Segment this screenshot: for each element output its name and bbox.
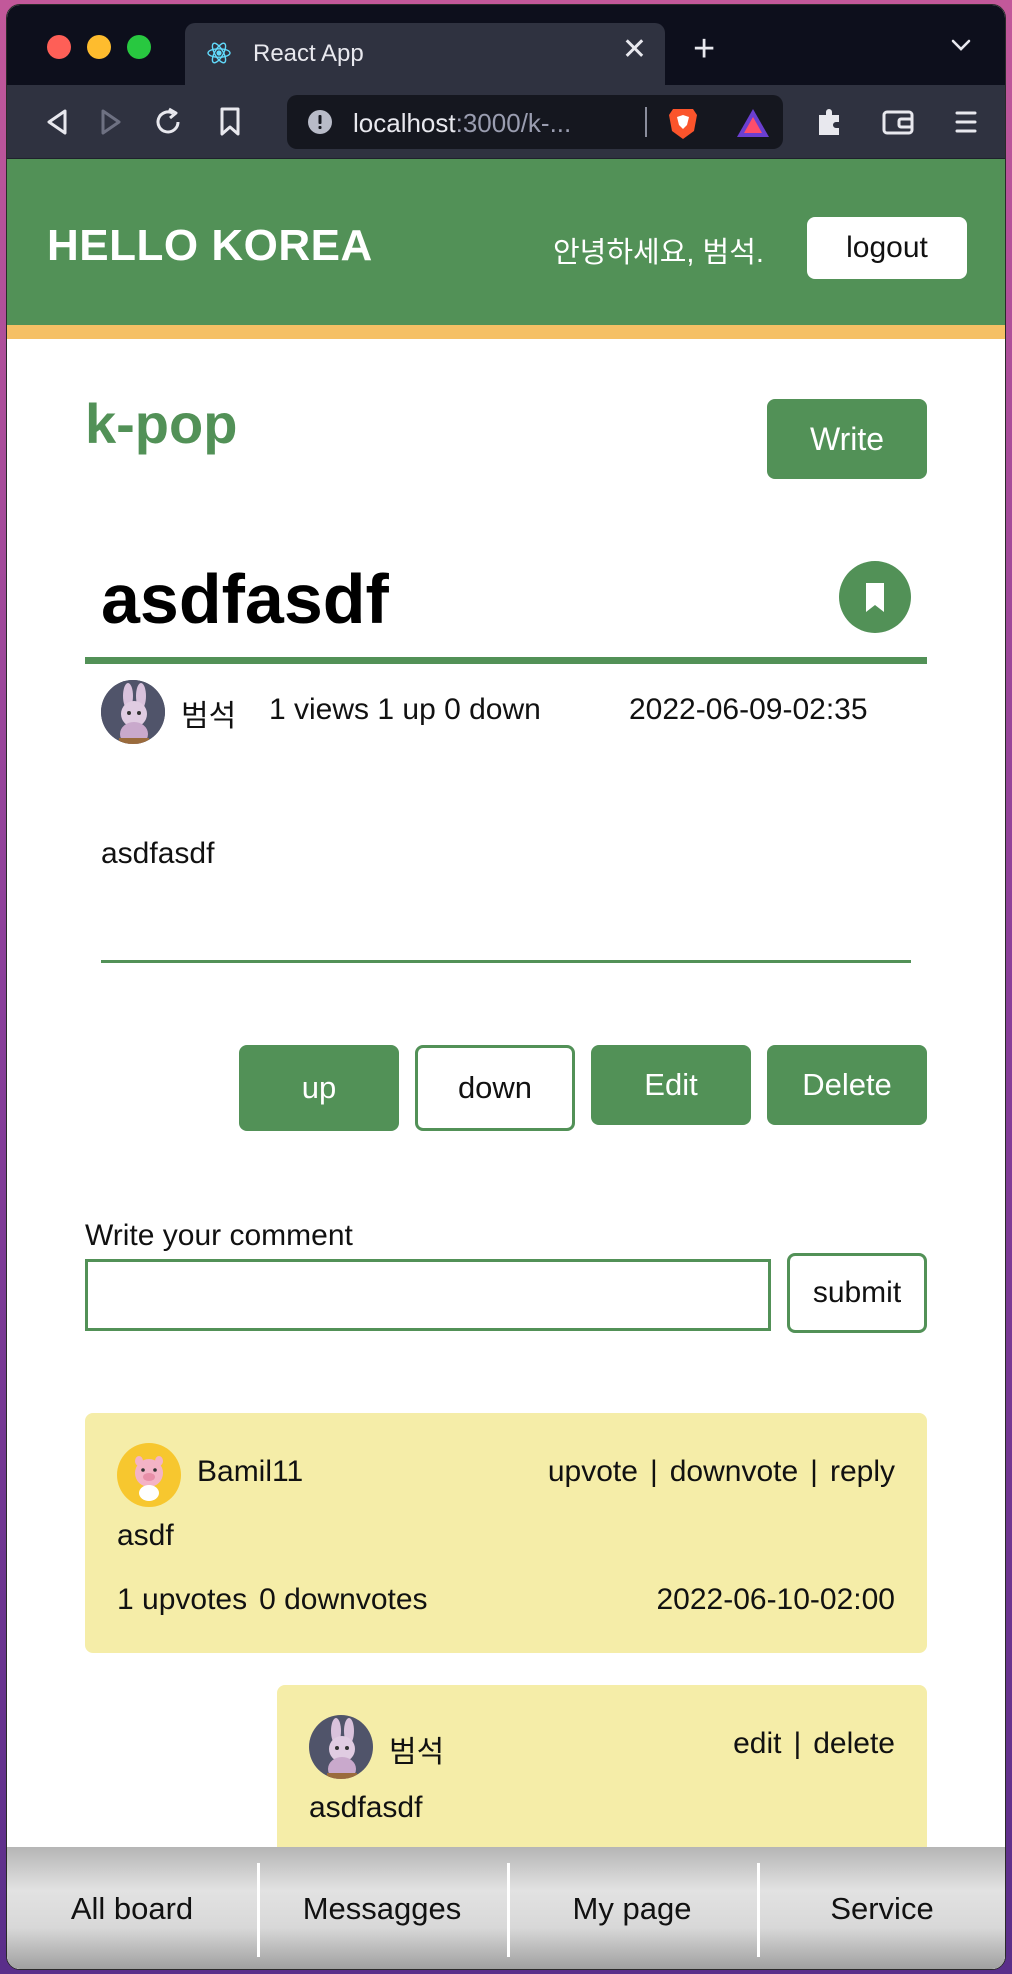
- url-text: localhost:3000/k-...: [353, 108, 572, 138]
- upvote-comment-link[interactable]: upvote: [548, 1455, 638, 1488]
- commenter-avatar: [117, 1443, 181, 1507]
- edit-reply-link[interactable]: edit: [733, 1727, 781, 1760]
- post-title: asdfasdf: [101, 560, 389, 638]
- bunny-avatar-icon: [101, 680, 165, 744]
- nav-messages[interactable]: Messagges: [257, 1847, 507, 1969]
- write-button[interactable]: Write: [767, 399, 927, 479]
- comment-downvotes: 0 downvotes: [259, 1583, 428, 1616]
- comment-votes: 1 upvotes 0 downvotes: [117, 1583, 428, 1617]
- greeting-text: 안녕하세요, 범석.: [553, 237, 764, 269]
- title-divider: [85, 657, 927, 664]
- comment-input[interactable]: [85, 1259, 771, 1331]
- nav-service[interactable]: Service: [757, 1847, 1005, 1969]
- comment-text: asdf: [117, 1519, 174, 1552]
- tab-react-app[interactable]: React App ✕: [185, 23, 665, 85]
- pig-avatar-icon: [117, 1443, 181, 1507]
- reload-icon[interactable]: [151, 105, 185, 139]
- react-icon: [207, 42, 231, 64]
- edit-post-button[interactable]: Edit: [591, 1045, 751, 1125]
- post-author[interactable]: 범석: [181, 691, 236, 735]
- reply-actions: edit | delete: [733, 1727, 895, 1761]
- site-logo[interactable]: HELLO KOREA: [47, 221, 373, 271]
- submit-comment-button[interactable]: submit: [787, 1253, 927, 1333]
- downvote-comment-link[interactable]: downvote: [670, 1455, 798, 1488]
- board-title: k-pop: [85, 392, 238, 455]
- close-tab-icon[interactable]: ✕: [622, 35, 647, 65]
- comment-actions: upvote | downvote | reply: [548, 1455, 895, 1489]
- post-stats: 1 views 1 up 0 down: [269, 693, 541, 726]
- action-separator: |: [810, 1455, 818, 1488]
- comment-date: 2022-06-10-02:00: [656, 1583, 895, 1616]
- site-info-icon[interactable]: [307, 109, 333, 135]
- reply-text: asdfasdf: [309, 1791, 423, 1824]
- nav-all-board[interactable]: All board: [7, 1847, 257, 1969]
- downvote-post-button[interactable]: down: [415, 1045, 575, 1131]
- bottom-nav: All board Messagges My page Service: [7, 1847, 1005, 1969]
- tab-strip: React App ✕ +: [7, 5, 1005, 85]
- url-separator: [645, 107, 647, 137]
- logout-button[interactable]: logout: [807, 217, 967, 279]
- comment-item: Bamil11 upvote | downvote | reply asdf 1 upv…: [85, 1413, 927, 1653]
- minimize-window-button[interactable]: [87, 35, 111, 59]
- delete-post-button[interactable]: Delete: [767, 1045, 927, 1125]
- comment-author[interactable]: Bamil11: [197, 1455, 303, 1489]
- site-header: HELLO KOREA 안녕하세요, 범석. logout: [7, 159, 1005, 339]
- author-avatar: [101, 680, 165, 744]
- tab-title: React App: [253, 40, 364, 67]
- comment-label: Write your comment: [85, 1219, 353, 1252]
- bookmark-icon: [866, 583, 884, 612]
- address-bar[interactable]: localhost:3000/k-...: [287, 95, 783, 149]
- nav-my-page[interactable]: My page: [507, 1847, 757, 1969]
- body-divider: [101, 960, 911, 963]
- back-icon[interactable]: [41, 105, 75, 139]
- post-date: 2022-06-09-02:35: [629, 693, 868, 726]
- extensions-icon[interactable]: [813, 105, 847, 139]
- close-window-button[interactable]: [47, 35, 71, 59]
- bunny-avatar-icon: [309, 1715, 373, 1779]
- delete-reply-link[interactable]: delete: [813, 1727, 895, 1760]
- chevron-down-icon[interactable]: [949, 33, 973, 57]
- comment-upvotes: 1 upvotes: [117, 1583, 248, 1616]
- app-viewport: HELLO KOREA 안녕하세요, 범석. logout k-pop Writ…: [7, 159, 1005, 1969]
- wallet-icon[interactable]: [881, 105, 915, 139]
- upvote-post-button[interactable]: up: [239, 1045, 399, 1131]
- bookmark-button[interactable]: [839, 561, 911, 633]
- action-separator: |: [793, 1727, 802, 1760]
- action-separator: |: [649, 1455, 658, 1488]
- brave-rewards-icon[interactable]: [735, 107, 771, 139]
- reply-author[interactable]: 범석: [389, 1727, 444, 1771]
- post-body: asdfasdf: [101, 837, 215, 870]
- browser-toolbar: localhost:3000/k-...: [7, 85, 1005, 159]
- replier-avatar: [309, 1715, 373, 1779]
- reply-comment-link[interactable]: reply: [830, 1455, 895, 1488]
- browser-window: React App ✕ + localhost:3000/k-... HELLO…: [6, 4, 1006, 1970]
- bookmark-page-icon[interactable]: [215, 105, 245, 139]
- new-tab-icon[interactable]: +: [693, 30, 715, 68]
- menu-icon[interactable]: [951, 105, 981, 139]
- forward-icon[interactable]: [93, 105, 127, 139]
- brave-shields-icon[interactable]: [667, 105, 699, 141]
- zoom-window-button[interactable]: [127, 35, 151, 59]
